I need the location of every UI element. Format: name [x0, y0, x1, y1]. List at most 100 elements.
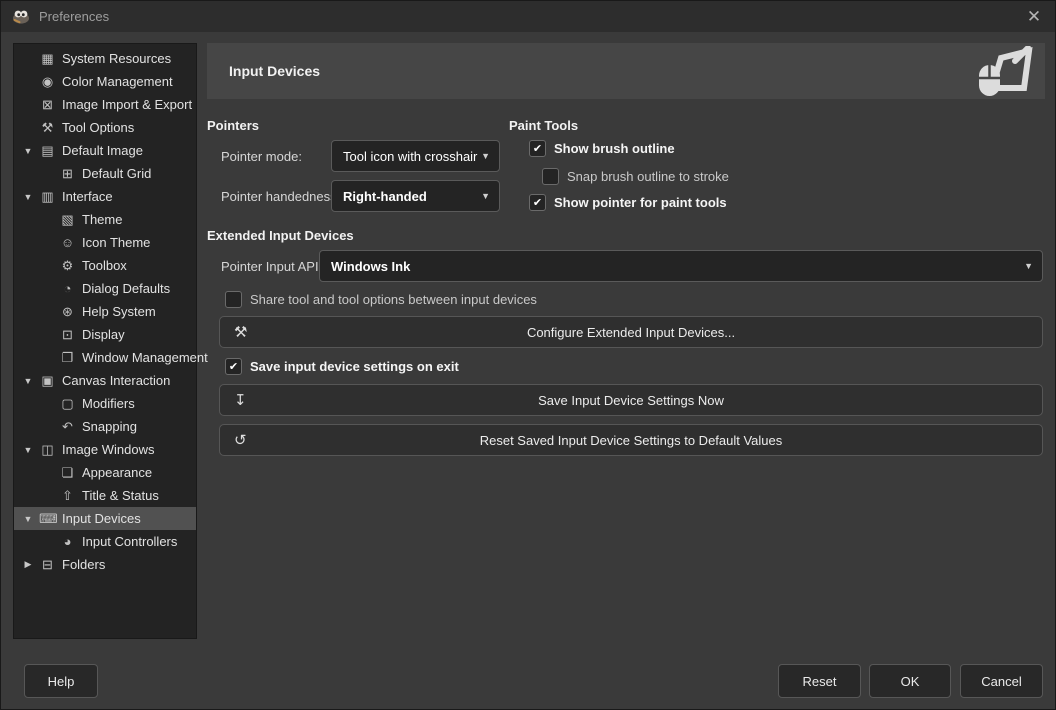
page-title: Input Devices [229, 63, 320, 79]
checkbox-check-icon[interactable] [542, 168, 559, 185]
expander-icon[interactable]: ▼ [20, 376, 36, 386]
canvas-interaction-icon: ▣ [39, 373, 56, 389]
pointer-handedness-dropdown[interactable]: Right-handed ▼ [331, 180, 500, 212]
button-label: Cancel [981, 674, 1021, 689]
save-icon: ↧ [234, 391, 247, 409]
checkbox-label: Show pointer for paint tools [554, 195, 727, 210]
image-windows-icon: ◫ [39, 442, 56, 458]
sidebar-item-image-windows[interactable]: ▼ ◫ Image Windows [14, 438, 196, 461]
sidebar-item-label: Folders [62, 557, 105, 572]
wilber-app-icon [11, 9, 31, 24]
expander-icon[interactable]: ▼ [20, 445, 36, 455]
checkbox-label: Save input device settings on exit [250, 359, 459, 374]
theme-icon: ▧ [59, 212, 76, 228]
pointer-input-api-dropdown[interactable]: Windows Ink ▼ [319, 250, 1043, 282]
input-controllers-icon: ◕ [59, 534, 76, 549]
sidebar-item-label: Display [82, 327, 125, 342]
reset-icon: ↺ [234, 431, 247, 449]
sidebar-item-label: Modifiers [82, 396, 135, 411]
sidebar-item-label: Snapping [82, 419, 137, 434]
sidebar-item-snapping[interactable]: ↶ Snapping [14, 415, 196, 438]
share-tool-options-checkbox[interactable]: Share tool and tool options between inpu… [225, 291, 537, 308]
sidebar-item-label: Appearance [82, 465, 152, 480]
ok-button[interactable]: OK [869, 664, 951, 698]
checkbox-check-icon[interactable]: ✔ [529, 194, 546, 211]
title-status-icon: ⇧ [59, 488, 76, 504]
sidebar-item-label: Window Management [82, 350, 208, 365]
pointer-mode-label: Pointer mode: [221, 149, 302, 164]
sidebar-item-folders[interactable]: ▶ ⊟ Folders [14, 553, 196, 576]
sidebar-item-input-devices[interactable]: ▼ ⌨ Input Devices [14, 507, 196, 530]
tool-options-icon: ⚒ [39, 120, 56, 136]
preferences-category-tree: ▦ System Resources ◉ Color Management ⊠ … [13, 43, 197, 639]
sidebar-item-default-grid[interactable]: ⊞ Default Grid [14, 162, 196, 185]
sidebar-item-appearance[interactable]: ❏ Appearance [14, 461, 196, 484]
cancel-button[interactable]: Cancel [960, 664, 1043, 698]
pointer-input-api-label: Pointer Input API: [221, 259, 322, 274]
save-input-device-settings-button[interactable]: ↧ Save Input Device Settings Now [219, 384, 1043, 416]
sidebar-item-interface[interactable]: ▼ ▥ Interface [14, 185, 196, 208]
paint-tools-heading: Paint Tools [509, 118, 578, 133]
show-pointer-paint-tools-checkbox[interactable]: ✔ Show pointer for paint tools [529, 194, 727, 211]
sidebar-item-color-management[interactable]: ◉ Color Management [14, 70, 196, 93]
sidebar-item-dialog-defaults[interactable]: ◔ Dialog Defaults [14, 277, 196, 300]
reset-input-device-settings-button[interactable]: ↺ Reset Saved Input Device Settings to D… [219, 424, 1043, 456]
sidebar-item-help-system[interactable]: ⊛ Help System [14, 300, 196, 323]
sidebar-item-window-management[interactable]: ❐ Window Management [14, 346, 196, 369]
display-icon: ⊡ [59, 327, 76, 343]
snap-brush-outline-checkbox[interactable]: Snap brush outline to stroke [542, 168, 729, 185]
checkbox-check-icon[interactable]: ✔ [529, 140, 546, 157]
expander-icon[interactable]: ▶ [20, 559, 36, 570]
sidebar-item-canvas-interaction[interactable]: ▼ ▣ Canvas Interaction [14, 369, 196, 392]
sidebar-item-label: Canvas Interaction [62, 373, 170, 388]
sidebar-item-label: Help System [82, 304, 156, 319]
sidebar-item-label: Input Devices [62, 511, 141, 526]
sidebar-item-toolbox[interactable]: ⚙ Toolbox [14, 254, 196, 277]
pointer-mode-dropdown[interactable]: Tool icon with crosshair ▼ [331, 140, 500, 172]
modifiers-icon: ▢ [59, 396, 76, 412]
window-management-icon: ❐ [59, 350, 76, 366]
save-settings-on-exit-checkbox[interactable]: ✔ Save input device settings on exit [225, 358, 459, 375]
expander-icon[interactable]: ▼ [20, 192, 36, 202]
sidebar-item-label: Color Management [62, 74, 173, 89]
sidebar-item-label: Tool Options [62, 120, 134, 135]
expander-icon[interactable]: ▼ [20, 514, 36, 524]
input-devices-header-icon [977, 46, 1035, 96]
extended-input-devices-heading: Extended Input Devices [207, 228, 354, 243]
sidebar-item-system-resources[interactable]: ▦ System Resources [14, 47, 196, 70]
show-brush-outline-checkbox[interactable]: ✔ Show brush outline [529, 140, 675, 157]
close-icon[interactable]: ✕ [1013, 1, 1055, 32]
sidebar-item-label: Image Windows [62, 442, 154, 457]
default-image-icon: ▤ [39, 143, 56, 159]
checkbox-label: Share tool and tool options between inpu… [250, 292, 537, 307]
sidebar-item-label: Icon Theme [82, 235, 150, 250]
sidebar-item-modifiers[interactable]: ▢ Modifiers [14, 392, 196, 415]
sidebar-item-label: Input Controllers [82, 534, 177, 549]
window-title: Preferences [39, 9, 109, 24]
sidebar-item-display[interactable]: ⊡ Display [14, 323, 196, 346]
button-label: Help [48, 674, 75, 689]
configure-extended-input-devices-button[interactable]: ⚒ Configure Extended Input Devices... [219, 316, 1043, 348]
sidebar-item-theme[interactable]: ▧ Theme [14, 208, 196, 231]
chevron-down-icon: ▼ [1024, 261, 1042, 271]
titlebar: Preferences ✕ [1, 1, 1055, 32]
checkbox-check-icon[interactable]: ✔ [225, 358, 242, 375]
help-button[interactable]: Help [24, 664, 98, 698]
sidebar-item-icon-theme[interactable]: ☺ Icon Theme [14, 231, 196, 254]
sidebar-item-input-controllers[interactable]: ◕ Input Controllers [14, 530, 196, 553]
sidebar-item-label: Title & Status [82, 488, 159, 503]
sidebar-item-label: Toolbox [82, 258, 127, 273]
sidebar-item-default-image[interactable]: ▼ ▤ Default Image [14, 139, 196, 162]
sidebar-item-tool-options[interactable]: ⚒ Tool Options [14, 116, 196, 139]
page-header: Input Devices [207, 43, 1045, 99]
checkbox-check-icon[interactable] [225, 291, 242, 308]
sidebar-item-title-status[interactable]: ⇧ Title & Status [14, 484, 196, 507]
expander-icon[interactable]: ▼ [20, 146, 36, 156]
sidebar-item-image-import-export[interactable]: ⊠ Image Import & Export [14, 93, 196, 116]
pointer-handedness-label: Pointer handedness: [221, 189, 340, 204]
pointer-input-api-value: Windows Ink [320, 259, 410, 274]
dialog-defaults-icon: ◔ [59, 281, 76, 296]
reset-button[interactable]: Reset [778, 664, 861, 698]
tools-icon: ⚒ [234, 323, 247, 341]
icon-theme-icon: ☺ [59, 235, 76, 250]
